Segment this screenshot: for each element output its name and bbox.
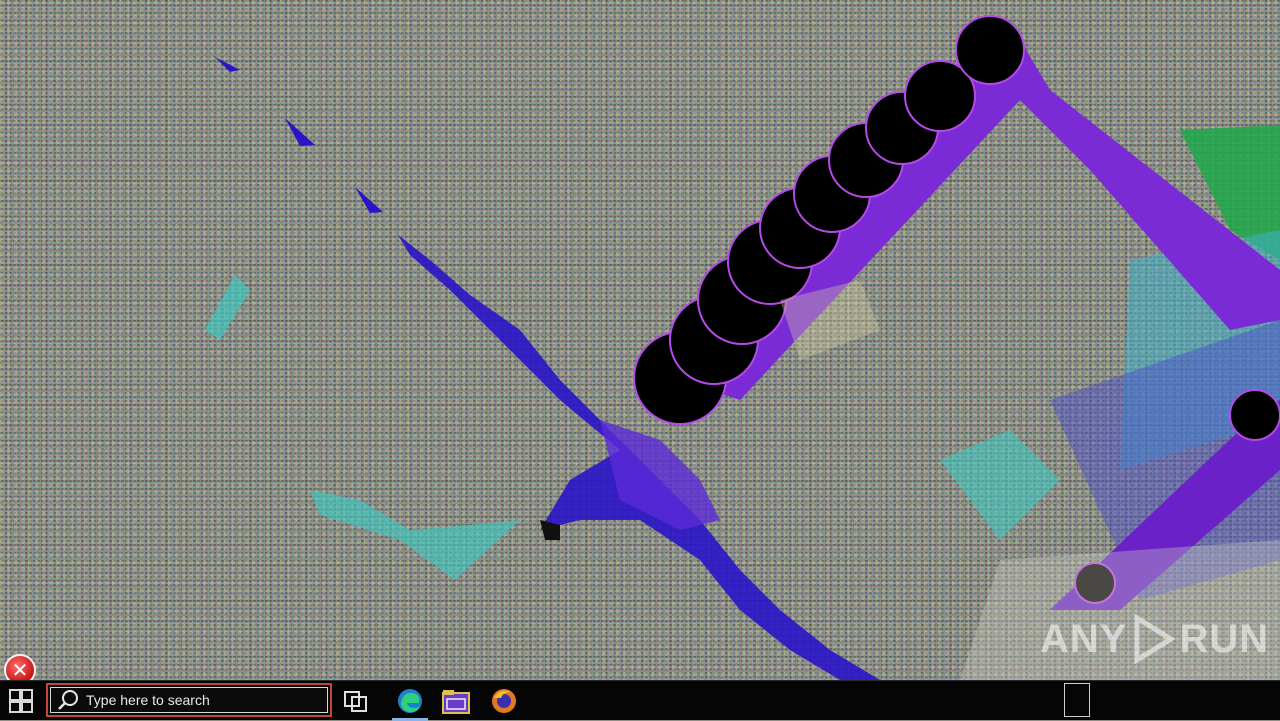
file-explorer-button[interactable] — [434, 681, 478, 721]
watermark-text-any: ANY — [1040, 616, 1128, 661]
edge-browser-icon — [398, 689, 422, 713]
windows-start-icon — [9, 689, 33, 713]
task-view-icon — [344, 691, 367, 712]
search-input[interactable]: Type here to search — [46, 683, 332, 717]
task-view-button[interactable] — [334, 681, 378, 721]
desktop: ✕ ANY RUN — [0, 0, 1280, 680]
start-button[interactable] — [4, 685, 38, 717]
file-explorer-icon — [442, 690, 470, 714]
search-placeholder: Type here to search — [86, 692, 210, 708]
edge-browser-button[interactable] — [388, 681, 432, 721]
search-icon — [58, 690, 78, 710]
taskbar: Type here to search — [0, 680, 1280, 721]
wallpaper-art — [205, 15, 1280, 680]
play-triangle-icon — [1134, 614, 1176, 664]
firefox-icon — [492, 689, 516, 713]
anyrun-watermark: ANY RUN — [1040, 614, 1269, 664]
error-x-icon[interactable]: ✕ — [4, 654, 36, 680]
firefox-button[interactable] — [482, 681, 526, 721]
watermark-text-run: RUN — [1179, 616, 1270, 661]
show-desktop-button[interactable] — [1064, 683, 1090, 717]
